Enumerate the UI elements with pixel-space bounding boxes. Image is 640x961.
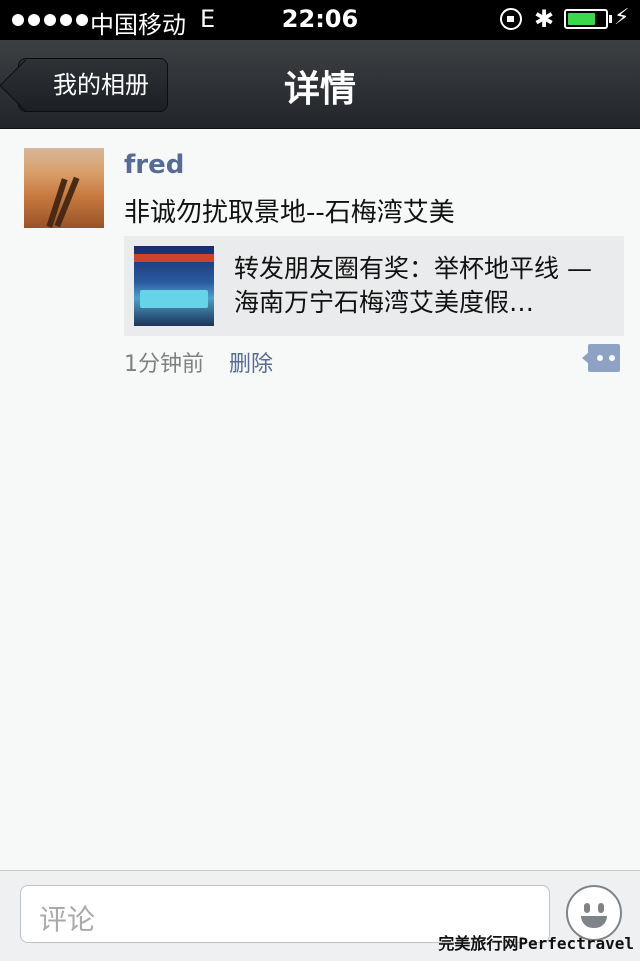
post-text: 非诚勿扰取景地--石梅湾艾美 [124, 198, 455, 228]
shared-link-thumbnail [134, 246, 214, 326]
avatar[interactable] [24, 148, 104, 228]
bluetooth-icon: ✱ [534, 5, 555, 33]
shared-link-title: 转发朋友圈有奖：举杯地平线 — 海南万宁石梅湾艾美度假… [234, 254, 592, 317]
delete-button[interactable]: 删除 [229, 352, 273, 377]
comment-menu-icon[interactable] [582, 344, 620, 372]
navigation-bar: 我的相册 详情 [0, 40, 640, 129]
shared-link-card[interactable]: 转发朋友圈有奖：举杯地平线 — 海南万宁石梅湾艾美度假… [124, 236, 624, 336]
charging-icon: ⚡ [614, 5, 630, 30]
battery-level [568, 13, 595, 25]
battery-icon [564, 9, 612, 29]
watermark: 完美旅行网Perfectravel [438, 934, 634, 953]
rotation-lock-icon [500, 8, 522, 30]
post-meta: 1分钟前 删除 [124, 346, 273, 378]
post-username[interactable]: fred [124, 150, 184, 180]
status-bar: 中国移动 E 22:06 ✱ ⚡ [0, 0, 640, 40]
page-title: 详情 [283, 69, 356, 110]
post-time: 1分钟前 [124, 352, 204, 377]
